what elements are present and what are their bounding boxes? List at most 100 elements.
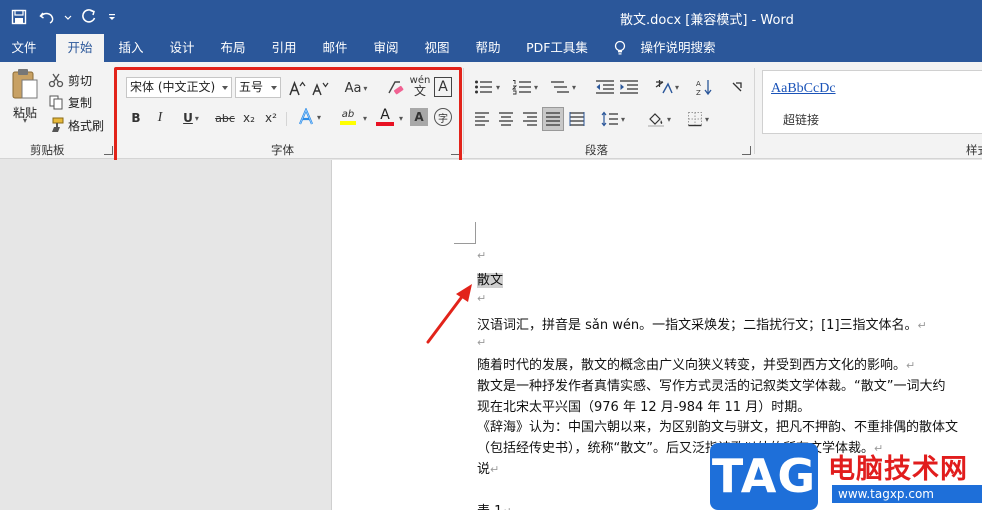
title-bar: 散文.docx [兼容模式] - Word xyxy=(0,0,982,34)
group-separator xyxy=(754,68,755,154)
paragraph-mark: ↵ xyxy=(917,319,927,332)
body-line-text: 散文是一种抒发作者真情实感、写作方式灵活的记叙类文学体裁。“散文”一词大约 xyxy=(477,379,946,394)
paste-dropdown[interactable]: ▾ xyxy=(14,116,34,126)
svg-text:A: A xyxy=(696,80,701,88)
tab-help[interactable]: 帮助 xyxy=(467,34,509,62)
document-title[interactable]: 散文 xyxy=(477,273,504,288)
copy-label: 复制 xyxy=(68,95,93,110)
decrease-indent-icon xyxy=(596,80,614,94)
tab-layout[interactable]: 布局 xyxy=(212,34,254,62)
watermark-logo: TAG xyxy=(710,443,818,510)
tab-design[interactable]: 设计 xyxy=(161,34,203,62)
distributed-icon xyxy=(569,112,585,126)
chevron-down-icon: ▾ xyxy=(620,114,625,124)
align-center-button[interactable] xyxy=(496,108,516,130)
cut-button[interactable]: 剪切 xyxy=(48,70,92,90)
copy-icon xyxy=(49,95,63,110)
paragraph-dialog-launcher[interactable] xyxy=(742,146,751,155)
undo-icon[interactable] xyxy=(36,6,58,28)
chevron-down-icon: ▾ xyxy=(22,116,27,125)
style-sample-text: AaBbCcDc xyxy=(771,81,836,96)
ribbon-tabs: 文件 开始 插入 设计 布局 引用 邮件 审阅 视图 帮助 PDF工具集 操作说… xyxy=(0,34,982,62)
customize-qat-icon[interactable] xyxy=(106,6,118,28)
chevron-down-icon: ▾ xyxy=(571,82,576,92)
paragraph-mark: ↵ xyxy=(477,249,487,262)
tab-insert[interactable]: 插入 xyxy=(110,34,152,62)
redo-icon[interactable] xyxy=(78,6,100,28)
justify-button[interactable] xyxy=(542,107,564,131)
scissors-icon xyxy=(48,73,64,88)
tab-review[interactable]: 审阅 xyxy=(365,34,407,62)
chinese-layout-icon xyxy=(655,80,673,94)
chevron-down-icon: ▾ xyxy=(674,82,679,92)
sort-button[interactable]: AZ xyxy=(693,76,715,98)
increase-indent-button[interactable] xyxy=(618,76,640,98)
annotation-arrow-icon xyxy=(426,284,472,344)
multilevel-list-button[interactable]: ▾ xyxy=(548,76,578,98)
chinese-layout-button[interactable]: ▾ xyxy=(652,76,682,98)
chevron-down-icon: ▾ xyxy=(666,114,671,124)
margin-corner-mark xyxy=(454,222,476,244)
tab-references[interactable]: 引用 xyxy=(263,34,305,62)
watermark-title: 电脑技术网 xyxy=(828,454,968,485)
line-spacing-button[interactable]: ▾ xyxy=(598,108,628,130)
chevron-down-icon: ▾ xyxy=(533,82,538,92)
body-line-text: 现在北宋太平兴国（976 年 12 月-984 年 11 月）时期。 xyxy=(477,400,811,415)
decrease-indent-button[interactable] xyxy=(594,76,616,98)
group-separator xyxy=(463,68,464,154)
show-hide-marks-button[interactable] xyxy=(726,76,748,98)
body-line[interactable]: 《辞海》认为：中国六朝以来，为区别韵文与骈文，把凡不押韵、不重排偶的散体文 xyxy=(477,416,958,435)
window-title: 散文.docx [兼容模式] - Word xyxy=(620,13,794,28)
chevron-down-icon: ▾ xyxy=(495,82,500,92)
styles-group-label: 样式 xyxy=(966,143,982,157)
body-line-text: 随着时代的发展，散文的概念由广义向狭义转变，并受到西方文化的影响。 xyxy=(477,358,907,373)
body-line-text: 表 1 xyxy=(477,504,502,510)
format-painter-icon xyxy=(52,117,64,132)
align-left-icon xyxy=(475,112,489,126)
styles-gallery[interactable]: AaBbCcDc 超链接 xyxy=(762,70,982,134)
bullets-button[interactable]: ▾ xyxy=(472,76,502,98)
font-group-highlight-box xyxy=(114,67,462,169)
numbering-button[interactable]: ▾ xyxy=(510,76,540,98)
body-line[interactable]: 汉语词汇，拼音是 sǎn wén。一指文采焕发；二指扰行文；[1]三指文体名。↵ xyxy=(477,314,927,333)
undo-dropdown-icon[interactable] xyxy=(64,6,72,28)
increase-indent-icon xyxy=(620,80,638,94)
paragraph-mark: ↵ xyxy=(906,359,916,372)
lightbulb-icon xyxy=(614,40,626,55)
body-line[interactable]: 说↵ xyxy=(477,458,499,477)
save-icon[interactable] xyxy=(8,6,30,28)
numbering-icon xyxy=(511,80,531,95)
justify-icon xyxy=(546,112,560,126)
align-center-icon xyxy=(499,112,513,126)
tab-file[interactable]: 文件 xyxy=(2,34,46,62)
copy-button[interactable]: 复制 xyxy=(48,92,92,112)
body-line-text: 《辞海》认为：中国六朝以来，为区别韵文与骈文，把凡不押韵、不重排偶的散体文 xyxy=(477,420,959,435)
align-left-button[interactable] xyxy=(472,108,492,130)
document-title-line[interactable]: 散文 xyxy=(477,269,504,288)
line-spacing-icon xyxy=(601,111,618,127)
body-line[interactable]: 散文是一种抒发作者真情实感、写作方式灵活的记叙类文学体裁。“散文”一词大约 xyxy=(477,375,945,394)
body-line[interactable]: 表 1↵ xyxy=(477,500,512,510)
borders-button[interactable]: ▾ xyxy=(682,108,714,130)
tab-view[interactable]: 视图 xyxy=(416,34,458,62)
tab-pdf-tools[interactable]: PDF工具集 xyxy=(520,34,594,62)
body-line[interactable]: 现在北宋太平兴国（976 年 12 月-984 年 11 月）时期。 xyxy=(477,396,810,415)
paragraph-shading-button[interactable]: ▾ xyxy=(644,108,674,130)
paragraph-mark-line: ↵ xyxy=(477,248,486,263)
clipboard-dialog-launcher[interactable] xyxy=(104,146,113,155)
paragraph-group-label: 段落 xyxy=(585,143,608,157)
tell-me-search[interactable]: 操作说明搜索 xyxy=(636,34,720,62)
tab-home[interactable]: 开始 xyxy=(56,34,104,62)
watermark-url: www.tagxp.com xyxy=(832,485,982,503)
watermark: TAG 电脑技术网 www.tagxp.com xyxy=(710,443,982,510)
clipboard-group-label: 剪贴板 xyxy=(30,143,65,157)
paint-bucket-icon xyxy=(647,113,664,127)
paragraph-mark: ↵ xyxy=(502,505,511,510)
multilevel-list-icon xyxy=(550,81,569,93)
format-painter-button[interactable]: 格式刷 xyxy=(48,115,104,135)
align-right-button[interactable] xyxy=(520,108,540,130)
tab-mailings[interactable]: 邮件 xyxy=(314,34,356,62)
pilcrow-icon xyxy=(732,82,742,92)
distributed-button[interactable] xyxy=(567,108,587,130)
body-line[interactable]: 随着时代的发展，散文的概念由广义向狭义转变，并受到西方文化的影响。↵ xyxy=(477,354,915,373)
